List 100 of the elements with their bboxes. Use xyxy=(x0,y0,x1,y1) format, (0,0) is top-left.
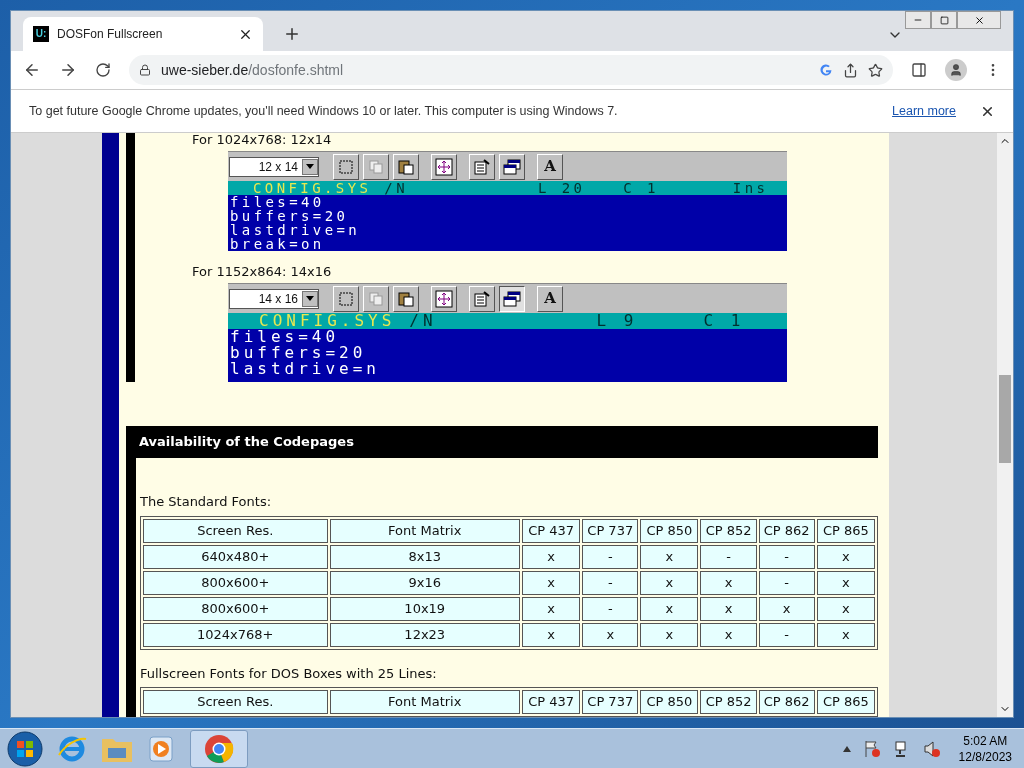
table-cell: 640x480+ xyxy=(143,544,328,569)
clock-date[interactable]: 12/8/2023 xyxy=(958,748,1012,765)
table-cell: x xyxy=(522,622,581,647)
insert-mode: Ins xyxy=(732,181,769,195)
line-number: L 9 xyxy=(596,313,638,329)
table-cell: 1024x768+ xyxy=(143,622,328,647)
lock-icon xyxy=(139,64,151,76)
learn-more-link[interactable]: Learn more xyxy=(892,101,956,121)
fullscreen-icon[interactable] xyxy=(431,153,457,180)
table-cell: 9x16 xyxy=(329,570,520,595)
column-header: CP 737 xyxy=(582,518,639,543)
table-cell: x xyxy=(758,596,815,621)
table-caption: Fullscreen Fonts for DOS Boxes with 25 Lines: xyxy=(140,664,438,683)
caption: For 1152x864: 14x16 xyxy=(192,265,333,279)
table-cell: x xyxy=(640,596,699,621)
column-header: CP 852 xyxy=(700,518,757,543)
table-cell: x xyxy=(522,596,581,621)
site-logo: U: xyxy=(33,26,49,42)
properties-icon[interactable] xyxy=(469,285,495,312)
column-header: CP 862 xyxy=(758,518,815,543)
bookmark-icon[interactable] xyxy=(868,62,883,78)
font-size-dropdown[interactable]: 12 x 14 xyxy=(229,156,319,177)
config-line: files=40 xyxy=(229,329,341,345)
column-header: CP 437 xyxy=(522,518,581,543)
fullscreen-icon[interactable] xyxy=(431,285,457,312)
address-bar[interactable]: uwe-sieber.de/dosfonfe.shtml xyxy=(129,55,893,85)
table-cell: x xyxy=(640,622,699,647)
windows-icon[interactable] xyxy=(499,285,525,312)
column-header: CP 437 xyxy=(522,690,581,714)
switch-text: /N xyxy=(409,313,437,329)
config-line: lastdrive=n xyxy=(229,223,362,237)
table-cell: 10x19 xyxy=(329,596,520,621)
table-cell: x xyxy=(816,544,875,569)
close-icon xyxy=(973,14,985,26)
table-cell: x xyxy=(522,570,581,595)
google-icon[interactable] xyxy=(819,63,833,77)
select-icon[interactable] xyxy=(333,285,359,312)
font-size-dropdown[interactable]: 14 x 16 xyxy=(229,288,319,309)
config-line: break=on xyxy=(229,237,326,251)
column-header: CP 862 xyxy=(758,690,815,714)
forward-icon[interactable] xyxy=(59,61,77,79)
table-cell: - xyxy=(582,570,639,595)
copy-icon[interactable] xyxy=(363,153,389,180)
side-panel-icon[interactable] xyxy=(911,62,927,78)
config-line: buffers=20 xyxy=(229,209,350,223)
table-cell: - xyxy=(582,596,639,621)
maximize-icon xyxy=(939,15,949,25)
table-cell: - xyxy=(582,544,639,569)
new-tab-icon[interactable] xyxy=(283,25,301,43)
table-cell: x xyxy=(816,622,875,647)
table-cell: - xyxy=(758,570,815,595)
info-message: To get future Google Chrome updates, you'll need Windows 10 or later. This computer is using Windows 7. xyxy=(29,102,619,120)
share-icon[interactable] xyxy=(843,62,858,78)
flag-error-icon[interactable] xyxy=(862,739,881,758)
table-cell: x xyxy=(522,544,581,569)
copy-icon[interactable] xyxy=(363,285,389,312)
table-cell: - xyxy=(758,544,815,569)
column-header: CP 850 xyxy=(640,518,699,543)
scroll-thumb[interactable] xyxy=(999,375,1011,463)
column-header: CP 850 xyxy=(640,690,699,714)
speaker-muted-icon[interactable] xyxy=(922,739,941,758)
browser-tab[interactable]: U: DOSFon Fullscreen xyxy=(23,17,263,51)
file-name: CONFIG.SYS xyxy=(253,181,372,195)
paste-icon[interactable] xyxy=(393,285,419,312)
table-cell: 800x600+ xyxy=(143,570,328,595)
chrome-icon xyxy=(204,733,234,764)
config-line: buffers=20 xyxy=(229,345,368,361)
reload-icon[interactable] xyxy=(95,62,111,78)
config-line: lastdrive=n xyxy=(229,361,381,377)
table-cell: x xyxy=(700,596,757,621)
table-cell: x xyxy=(816,570,875,595)
table-cell: - xyxy=(700,544,757,569)
switch-text: /N xyxy=(384,181,408,195)
back-icon[interactable] xyxy=(23,61,41,79)
column-header: Screen Res. xyxy=(143,518,328,543)
table-cell: 12x23 xyxy=(329,622,520,647)
column-header: CP 737 xyxy=(582,690,639,714)
paste-icon[interactable] xyxy=(393,153,419,180)
properties-icon[interactable] xyxy=(469,153,495,180)
column-header: Screen Res. xyxy=(143,690,328,714)
table-cell: x xyxy=(700,622,757,647)
file-name: CONFIG.SYS xyxy=(259,313,396,329)
table-cell: x xyxy=(582,622,639,647)
maximize-button[interactable] xyxy=(931,11,957,29)
font-button[interactable]: A xyxy=(537,153,563,180)
scrollbar[interactable] xyxy=(997,133,1013,717)
table-cell: x xyxy=(700,570,757,595)
font-button[interactable]: A xyxy=(537,285,563,312)
column-header: CP 865 xyxy=(816,518,875,543)
show-hidden-icons-icon[interactable] xyxy=(842,745,851,752)
column-header: CP 865 xyxy=(816,690,875,714)
clock-time[interactable]: 5:02 AM xyxy=(963,732,1008,749)
column-number: C 1 xyxy=(703,313,745,329)
tab-title: DOSFon Fullscreen xyxy=(57,26,164,43)
start-button[interactable] xyxy=(6,729,44,768)
chrome-taskbar-button[interactable] xyxy=(190,729,248,768)
table-cell: 8x13 xyxy=(329,544,520,569)
select-icon[interactable] xyxy=(333,153,359,180)
table-cell: x xyxy=(816,596,875,621)
profile-icon[interactable] xyxy=(945,59,967,81)
